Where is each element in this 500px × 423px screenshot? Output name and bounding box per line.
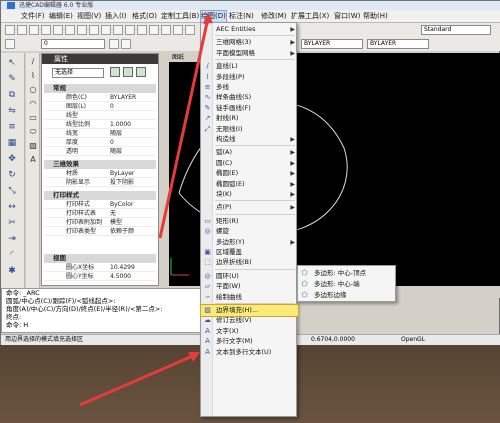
annotation-arrow-to-menu — [158, 17, 210, 239]
annotation-arrow-to-hatch — [79, 353, 196, 407]
annotation-arrowhead — [203, 12, 213, 24]
annotation-arrows — [79, 12, 213, 407]
